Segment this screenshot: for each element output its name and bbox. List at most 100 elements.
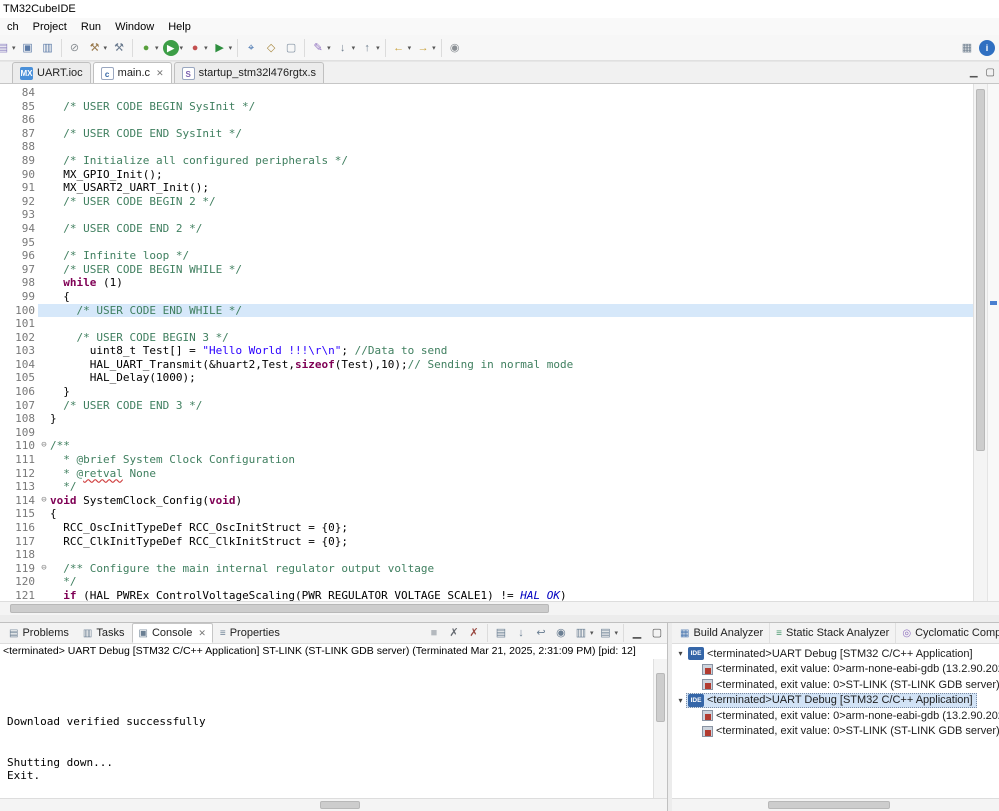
code-line-109[interactable]: 109: [0, 425, 973, 440]
line-number[interactable]: 117: [0, 534, 38, 549]
code-line-111[interactable]: 111 * @brief System Clock Configuration: [0, 453, 973, 467]
code-line-92[interactable]: 92 /* USER CODE BEGIN 2 */: [0, 194, 973, 209]
code-line-107[interactable]: 107 /* USER CODE END 3 */: [0, 398, 973, 413]
line-number[interactable]: 90: [0, 167, 38, 182]
view-tab-properties[interactable]: ≡ Properties: [213, 623, 287, 643]
code-line-106[interactable]: 106 }: [0, 385, 973, 399]
view-tab-static-stack-analyzer[interactable]: ≡ Static Stack Analyzer: [770, 623, 897, 643]
line-number[interactable]: 119: [0, 561, 38, 576]
code-line-114[interactable]: 114 ⊖ void SystemClock_Config(void): [0, 493, 973, 508]
terminate-button[interactable]: ■: [425, 622, 443, 644]
horizontal-sash[interactable]: [0, 614, 999, 622]
debug-launch-tree[interactable]: ▾ IDE <terminated>UART Debug [STM32 C/C++ …: [672, 644, 999, 798]
code-line-97[interactable]: 97 /* USER CODE BEGIN WHILE */: [0, 262, 973, 277]
build-button[interactable]: ⚒ ▾: [86, 37, 109, 59]
code-line-96[interactable]: 96 /* Infinite loop */: [0, 249, 973, 263]
debug-button[interactable]: ● ▾: [137, 37, 160, 59]
menu-run[interactable]: Run: [74, 21, 108, 33]
code-line-91[interactable]: 91 MX_USART2_UART_Init();: [0, 181, 973, 195]
maximize-view-button[interactable]: ▢: [648, 622, 666, 644]
line-number[interactable]: 91: [0, 181, 38, 195]
line-number[interactable]: 121: [0, 588, 38, 601]
line-number[interactable]: 118: [0, 548, 38, 562]
next-annotation-button[interactable]: ↓ ▾: [334, 37, 357, 59]
save-all-button[interactable]: ▥: [39, 37, 57, 59]
menu-project[interactable]: Project: [26, 21, 74, 33]
code-line-86[interactable]: 86: [0, 113, 973, 127]
code-line-110[interactable]: 110 ⊖/**: [0, 439, 973, 454]
line-number[interactable]: 110: [0, 439, 38, 454]
information-center-button[interactable]: i: [978, 37, 996, 59]
line-number[interactable]: 108: [0, 412, 38, 426]
fold-marker-icon[interactable]: ⊖: [38, 494, 50, 508]
editor-vertical-scrollbar[interactable]: [973, 84, 987, 601]
chevron-down-icon[interactable]: ▾: [675, 696, 686, 705]
fold-marker-icon[interactable]: ⊖: [38, 562, 50, 576]
back-button[interactable]: ← ▾: [390, 37, 413, 59]
last-edit-location-button[interactable]: ✎ ▾: [309, 37, 332, 59]
build-all-button[interactable]: ⚒: [110, 37, 128, 59]
scroll-lock-button[interactable]: ↓: [512, 622, 530, 644]
line-number[interactable]: 120: [0, 575, 38, 589]
line-number[interactable]: 112: [0, 466, 38, 481]
dropdown-arrow-icon[interactable]: ▾: [590, 629, 594, 637]
code-line-117[interactable]: 117 RCC_ClkInitTypeDef RCC_ClkInitStruct…: [0, 534, 973, 549]
line-number[interactable]: 115: [0, 507, 38, 521]
code-line-112[interactable]: 112 * @retval None: [0, 466, 973, 481]
line-number[interactable]: 87: [0, 126, 38, 141]
dropdown-arrow-icon[interactable]: ▾: [376, 44, 380, 52]
dropdown-arrow-icon[interactable]: ▾: [155, 44, 159, 52]
search-button[interactable]: ⌖: [242, 37, 260, 59]
remove-all-terminated-button[interactable]: ✗: [465, 622, 483, 644]
open-perspective-button[interactable]: ▦: [958, 37, 976, 59]
menu-ch[interactable]: ch: [0, 21, 26, 33]
remove-launch-button[interactable]: ✗: [445, 622, 463, 644]
open-type-button[interactable]: ◇: [262, 37, 280, 59]
line-number[interactable]: 89: [0, 153, 38, 168]
code-line-105[interactable]: 105 HAL_Delay(1000);: [0, 371, 973, 386]
line-number[interactable]: 105: [0, 371, 38, 386]
line-number[interactable]: 88: [0, 140, 38, 154]
code-line-103[interactable]: 103 uint8_t Test[] = "Hello World !!!\r\…: [0, 344, 973, 358]
console-vertical-scrollbar[interactable]: [653, 659, 667, 798]
line-number[interactable]: 96: [0, 249, 38, 263]
dropdown-arrow-icon[interactable]: ▾: [229, 44, 233, 52]
line-number[interactable]: 84: [0, 86, 38, 100]
view-tab-tasks[interactable]: ▥ Tasks: [76, 623, 132, 643]
view-tab-problems[interactable]: ▤ Problems: [2, 623, 76, 643]
line-number[interactable]: 103: [0, 344, 38, 358]
code-line-87[interactable]: 87 /* USER CODE END SysInit */: [0, 126, 973, 141]
debug-tree-item[interactable]: <terminated, exit value: 0>ST-LINK (ST-L…: [672, 677, 999, 693]
external-tools-button[interactable]: ▶ ▾: [211, 37, 234, 59]
editor-tab-startup_stm32l476rgtx.s[interactable]: Sstartup_stm32l476rgtx.s: [173, 62, 324, 83]
pin-console-button[interactable]: ◉: [552, 622, 570, 644]
chevron-down-icon[interactable]: ▾: [675, 649, 686, 658]
line-number[interactable]: 86: [0, 113, 38, 127]
line-number[interactable]: 98: [0, 276, 38, 290]
line-number[interactable]: 100: [0, 303, 38, 318]
line-number[interactable]: 101: [0, 317, 38, 331]
debug-tree-item[interactable]: <terminated, exit value: 0>ST-LINK (ST-L…: [672, 724, 999, 740]
view-tab-build-analyzer[interactable]: ▦ Build Analyzer: [674, 623, 771, 643]
line-number[interactable]: 111: [0, 453, 38, 467]
forward-button[interactable]: → ▾: [414, 37, 437, 59]
save-button[interactable]: ▣: [19, 37, 37, 59]
line-number[interactable]: 94: [0, 221, 38, 236]
line-number[interactable]: 107: [0, 398, 38, 413]
open-resource-button[interactable]: ▢: [282, 37, 300, 59]
line-number[interactable]: 97: [0, 262, 38, 277]
annotation-mark[interactable]: [990, 301, 997, 306]
new-button[interactable]: ▤▾: [0, 37, 17, 59]
dropdown-arrow-icon[interactable]: ▾: [12, 44, 16, 52]
close-tab-icon[interactable]: ✕: [198, 628, 206, 639]
code-line-84[interactable]: 84: [0, 86, 973, 100]
code-line-118[interactable]: 118: [0, 548, 973, 562]
editor-tab-UART.ioc[interactable]: MX UART.ioc: [12, 62, 91, 83]
code-line-120[interactable]: 120 */: [0, 575, 973, 589]
code-line-102[interactable]: 102 /* USER CODE BEGIN 3 */: [0, 330, 973, 345]
profile-button[interactable]: ● ▾: [186, 37, 209, 59]
line-number[interactable]: 113: [0, 480, 38, 494]
line-number[interactable]: 93: [0, 208, 38, 222]
dropdown-arrow-icon[interactable]: ▾: [432, 44, 436, 52]
debug-tree-item[interactable]: ▾ IDE <terminated>UART Debug [STM32 C/C++ …: [672, 646, 999, 662]
